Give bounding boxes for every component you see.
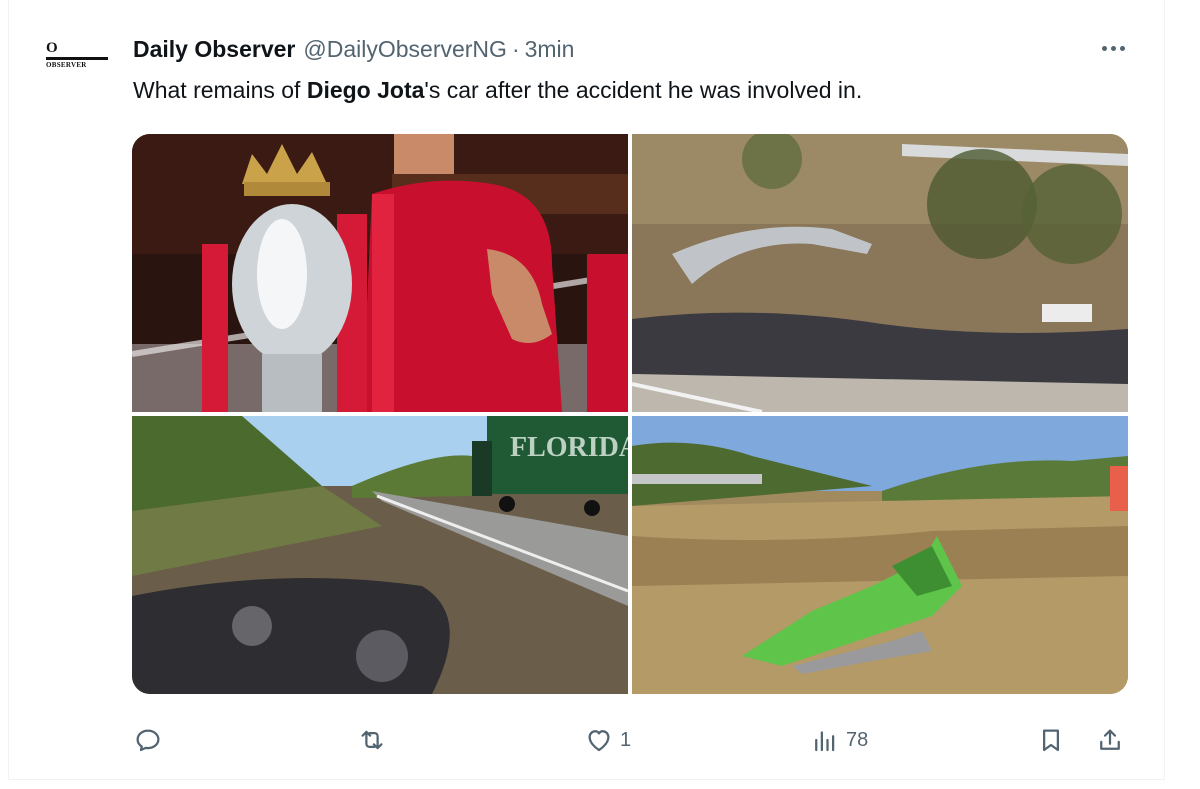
media-image-3[interactable]: FLORIDA — [132, 416, 628, 694]
avatar-logo-letter: O — [46, 40, 58, 56]
avatar-logo-text: OBSERVER — [46, 61, 87, 69]
bookmark-button[interactable] — [1036, 720, 1066, 760]
media-grid: FLORIDA — [132, 134, 1128, 694]
media-image-2[interactable] — [632, 134, 1128, 412]
more-dots-icon[interactable] — [1096, 38, 1130, 58]
avatar-logo-bar — [46, 57, 108, 60]
tweet-timestamp[interactable]: 3min — [525, 36, 575, 63]
author-handle[interactable]: @DailyObserverNG — [303, 36, 507, 63]
reply-icon — [136, 729, 160, 752]
tweet-text-start: What remains of — [133, 77, 307, 103]
header-separator: · — [511, 35, 520, 62]
tweet-actions: 1 78 — [0, 720, 1200, 760]
reply-button[interactable] — [133, 720, 169, 760]
heart-icon — [588, 730, 610, 752]
media-image-4[interactable] — [632, 416, 1128, 694]
views-count: 78 — [846, 728, 869, 751]
tweet-text-end: 's car after the accident he was involve… — [424, 77, 863, 103]
truck-text: FLORIDA — [510, 432, 628, 463]
views-button[interactable]: 78 — [810, 720, 868, 760]
media-image-1[interactable] — [132, 134, 628, 412]
like-count: 1 — [620, 728, 632, 751]
share-button[interactable] — [1095, 720, 1125, 760]
repost-button[interactable] — [357, 720, 393, 760]
repost-icon — [361, 730, 383, 750]
tweet-header: Daily Observer @DailyObserverNG · 3min — [133, 34, 574, 64]
tweet-text-bold-name[interactable]: Diego Jota — [307, 77, 425, 103]
tweet-text: What remains of Diego Jota's car after t… — [133, 74, 862, 106]
views-icon — [815, 731, 835, 752]
avatar[interactable]: O OBSERVER — [44, 40, 110, 86]
share-icon — [1100, 729, 1120, 750]
like-button[interactable]: 1 — [584, 720, 631, 760]
bookmark-icon — [1043, 729, 1059, 752]
author-name[interactable]: Daily Observer — [133, 36, 295, 63]
